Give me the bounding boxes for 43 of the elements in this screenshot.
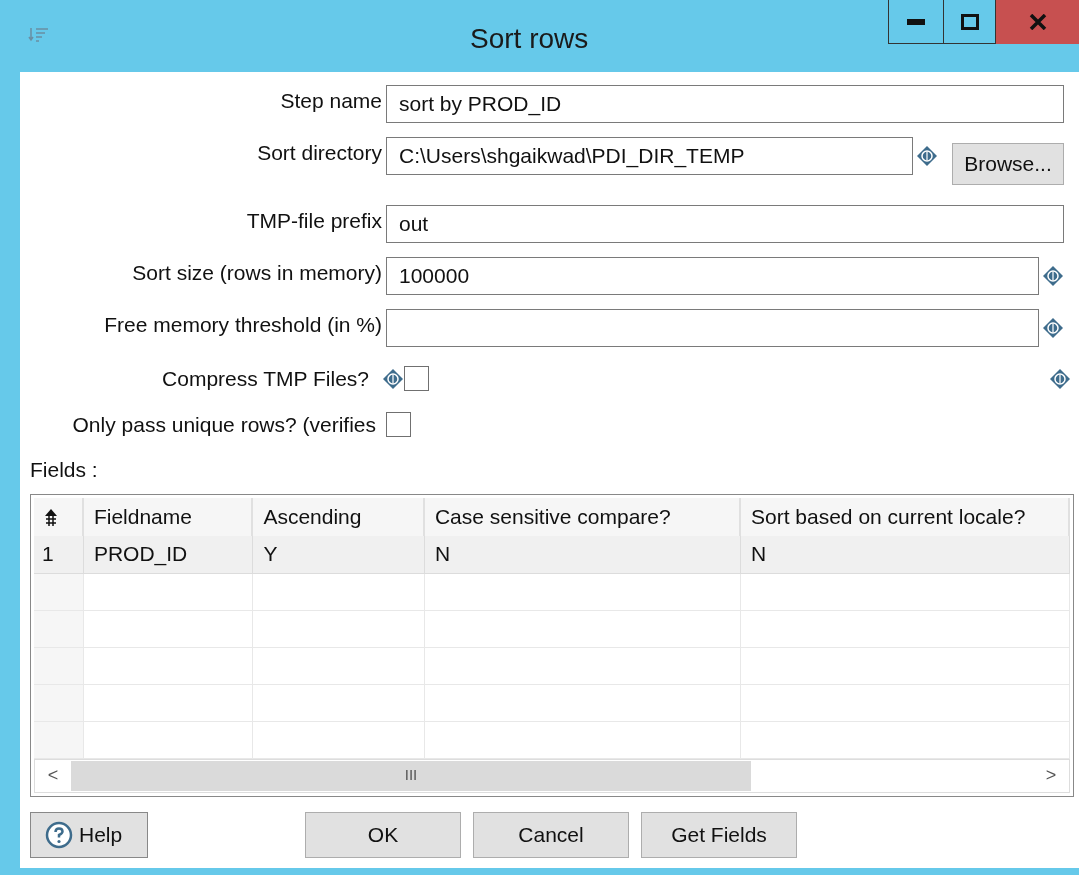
close-button[interactable]	[996, 0, 1079, 44]
scrollbar-thumb[interactable]: III	[71, 760, 751, 791]
dialog-button[interactable]: OK	[305, 811, 461, 858]
help-button[interactable]: Help	[30, 811, 148, 858]
field-label: Step name	[280, 88, 382, 114]
fields-label: Fields :	[30, 457, 98, 483]
variable-icon	[1042, 317, 1064, 339]
close-icon	[1028, 14, 1047, 30]
scroll-right-arrow[interactable]: >	[1033, 762, 1069, 789]
field-label: TMP-file prefix	[246, 208, 382, 234]
window-title: Sort rows	[470, 22, 589, 56]
field-label: Free memory threshold (in %)	[104, 312, 382, 338]
maximize-icon	[960, 13, 979, 30]
variable-icon	[1042, 265, 1064, 287]
table-cell: N	[740, 535, 1070, 573]
horizontal-scrollbar[interactable]: < III >	[34, 758, 1070, 793]
table-cell: Y	[253, 535, 425, 573]
minimize-icon	[907, 18, 925, 25]
field-label: Compress TMP Files?	[162, 366, 369, 392]
checkbox[interactable]	[404, 366, 429, 392]
variable-icon	[916, 145, 938, 167]
variable-icon	[382, 367, 404, 390]
scroll-left-arrow[interactable]: <	[35, 762, 71, 789]
minimize-button[interactable]	[888, 0, 944, 44]
field-label: Only pass unique rows? (verifies	[72, 411, 376, 438]
browse-button[interactable]: Browse...	[952, 143, 1064, 185]
input-field[interactable]: out	[386, 205, 1064, 243]
dialog-button[interactable]: Get Fields	[641, 811, 797, 858]
input-field[interactable]: sort by PROD_ID	[386, 85, 1064, 123]
input-field[interactable]	[386, 309, 1039, 347]
field-label: Sort size (rows in memory)	[132, 260, 382, 286]
input-field[interactable]: 100000	[386, 257, 1039, 295]
table-cell: PROD_ID	[83, 535, 254, 573]
table-cell: N	[424, 535, 741, 573]
sort-icon	[44, 507, 58, 526]
dialog-button[interactable]: Cancel	[473, 811, 629, 858]
input-field[interactable]: C:\Users\shgaikwad\PDI_DIR_TEMP	[386, 137, 913, 175]
variable-icon	[1049, 367, 1071, 390]
help-icon	[45, 820, 73, 849]
row-number: 1	[34, 535, 84, 573]
sort-icon	[28, 26, 50, 44]
field-label: Sort directory	[257, 140, 382, 166]
checkbox[interactable]	[386, 411, 411, 437]
